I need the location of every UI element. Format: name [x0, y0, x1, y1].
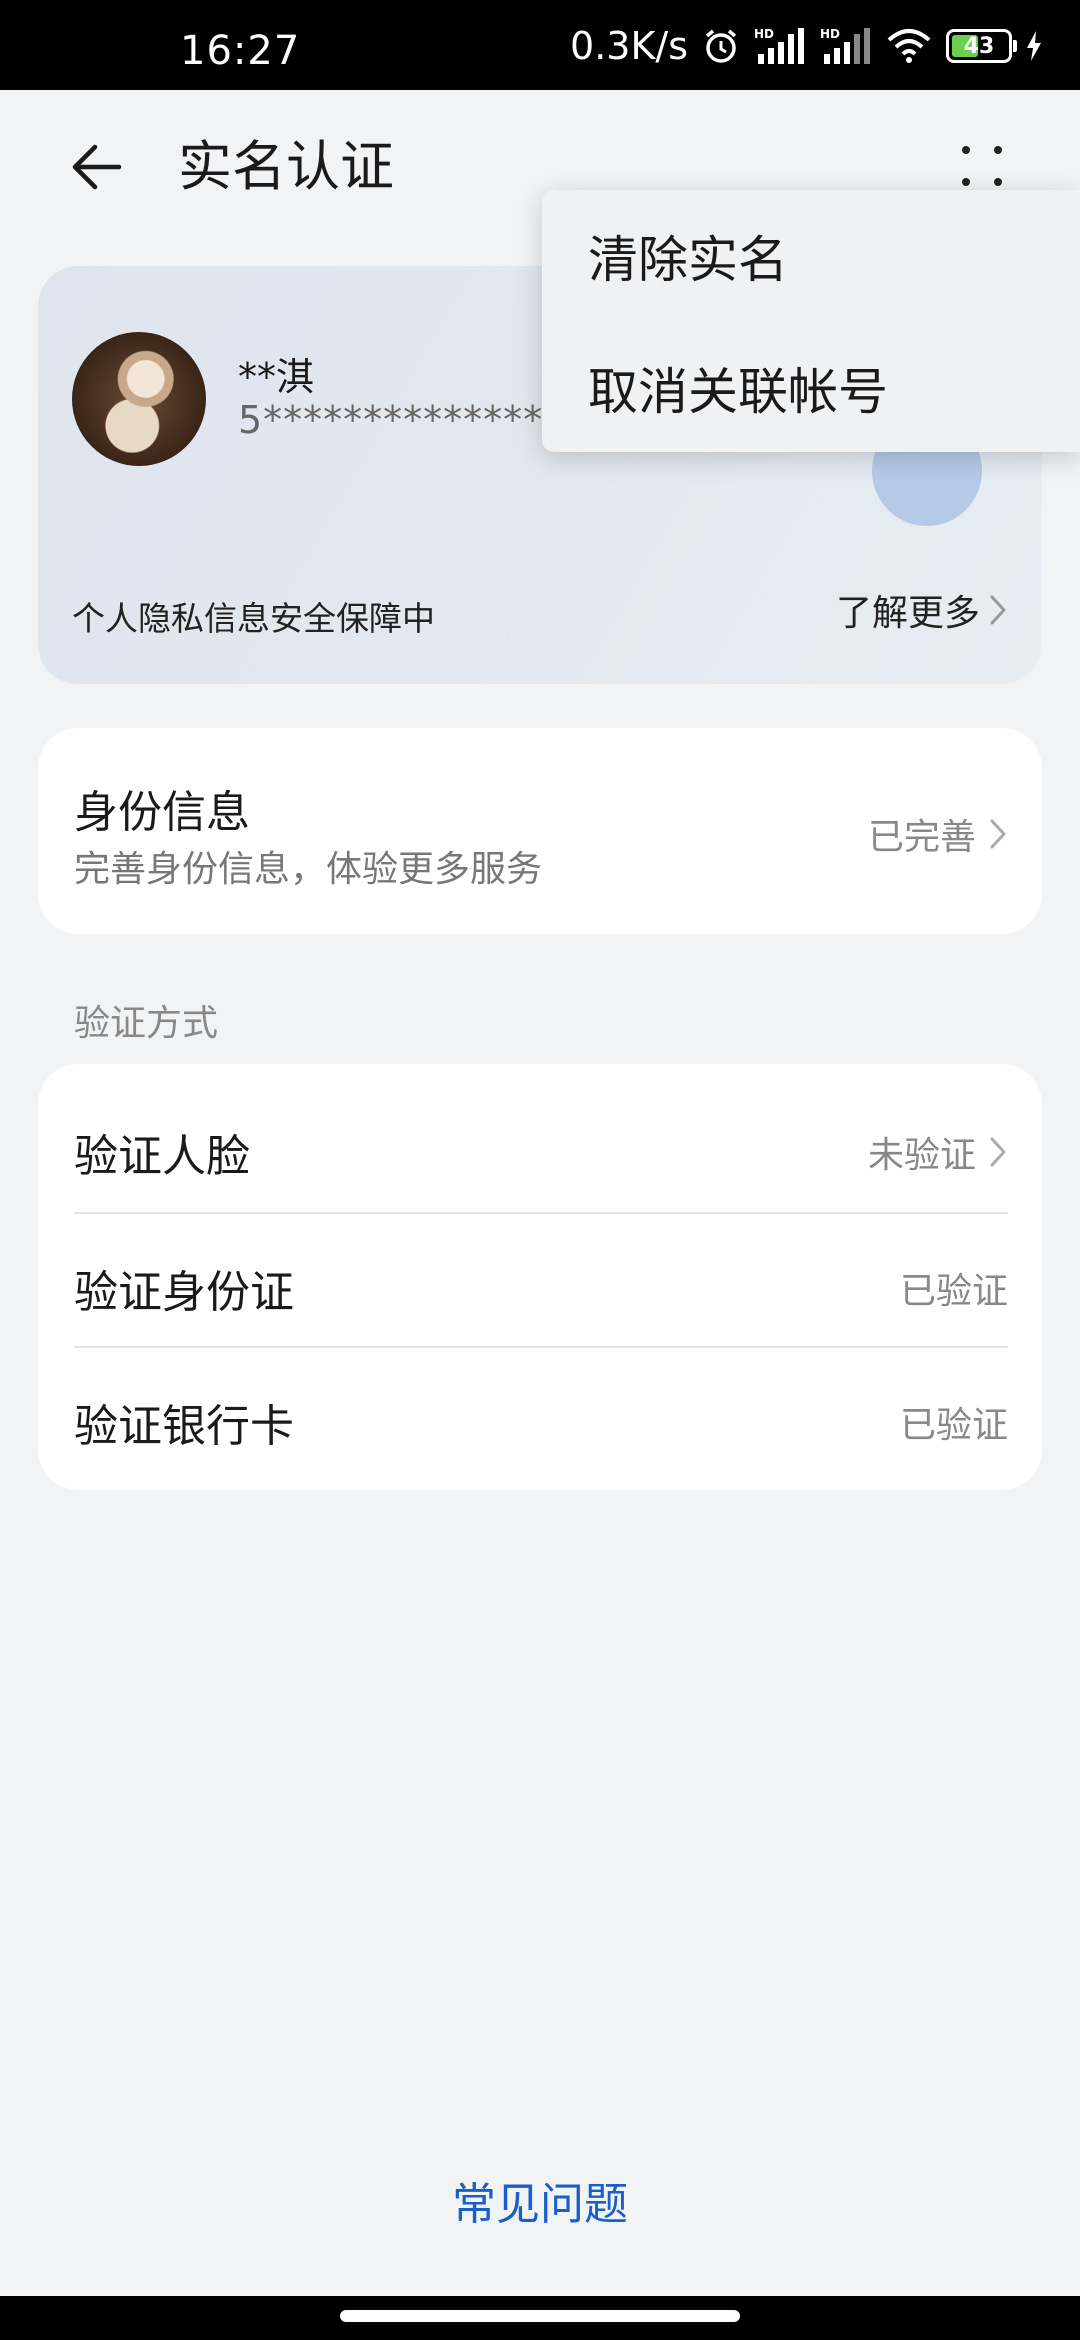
avatar — [72, 332, 206, 466]
hd-signal-icon-2: HD — [820, 24, 872, 68]
network-speed: 0.3K/s — [570, 24, 688, 68]
verify-bank-card-status: 已验证 — [900, 1396, 1008, 1448]
identity-info-status: 已完善 — [868, 808, 1008, 860]
verify-bank-card-label: 验证银行卡 — [74, 1401, 294, 1452]
verify-section-label: 验证方式 — [74, 1003, 219, 1044]
status-icons: 0.3K/s HD HD 43 — [570, 24, 1042, 68]
battery-level: 43 — [963, 33, 995, 59]
chevron-right-icon — [990, 1137, 1006, 1167]
overflow-menu: 清除实名 取消关联帐号 — [542, 190, 1080, 452]
wifi-icon — [886, 24, 932, 68]
verify-bank-card-row: 验证银行卡 已验证 — [38, 1346, 1042, 1480]
faq-link[interactable]: 常见问题 — [0, 2168, 1080, 2232]
identity-info-subtitle: 完善身份信息，体验更多服务 — [74, 849, 543, 890]
home-indicator[interactable] — [340, 2310, 740, 2322]
back-arrow-icon — [72, 144, 122, 190]
identity-info-row[interactable]: 身份信息 完善身份信息，体验更多服务 已完善 — [38, 728, 1042, 934]
status-bar: 16:27 0.3K/s HD HD 43 — [0, 0, 1080, 90]
identity-info-title: 身份信息 — [74, 787, 250, 838]
svg-text:HD: HD — [754, 27, 774, 41]
verify-id-card-status-label: 已验证 — [899, 1271, 1008, 1312]
verify-id-card-status: 已验证 — [900, 1262, 1008, 1314]
learn-more-label: 了解更多 — [835, 593, 980, 634]
navigation-bar — [0, 2296, 1080, 2340]
status-time: 16:27 — [180, 28, 301, 74]
alarm-icon — [702, 24, 740, 68]
identity-info-status-label: 已完善 — [867, 817, 976, 858]
privacy-text: 个人隐私信息安全保障中 — [72, 599, 435, 638]
chevron-right-icon — [990, 819, 1006, 849]
page-title: 实名认证 — [178, 135, 394, 198]
verify-face-row[interactable]: 验证人脸 未验证 — [38, 1076, 1042, 1210]
hd-signal-icon: HD — [754, 24, 806, 68]
user-name: **淇 — [238, 355, 315, 399]
verify-id-card-label: 验证身份证 — [74, 1267, 294, 1318]
verify-id-card-row: 验证身份证 已验证 — [38, 1212, 1042, 1346]
menu-item-unlink-account[interactable]: 取消关联帐号 — [588, 352, 888, 424]
verify-bank-card-status-label: 已验证 — [899, 1405, 1008, 1446]
verify-methods-list: 验证人脸 未验证 验证身份证 已验证 验证银行卡 已验证 — [38, 1064, 1042, 1490]
screen: 16:27 0.3K/s HD HD 43 实名认证 **淇 5********… — [0, 0, 1080, 2340]
menu-item-clear-real-name[interactable]: 清除实名 — [588, 220, 788, 292]
learn-more-link[interactable]: 了解更多 — [836, 584, 1008, 636]
back-button[interactable] — [62, 132, 132, 202]
battery-icon: 43 — [946, 24, 1017, 68]
verify-face-status-label: 未验证 — [867, 1135, 976, 1176]
charging-icon — [1026, 24, 1042, 68]
svg-text:HD: HD — [820, 27, 840, 41]
verify-face-label: 验证人脸 — [74, 1131, 250, 1182]
verify-face-status: 未验证 — [868, 1126, 1008, 1178]
chevron-right-icon — [990, 595, 1006, 625]
